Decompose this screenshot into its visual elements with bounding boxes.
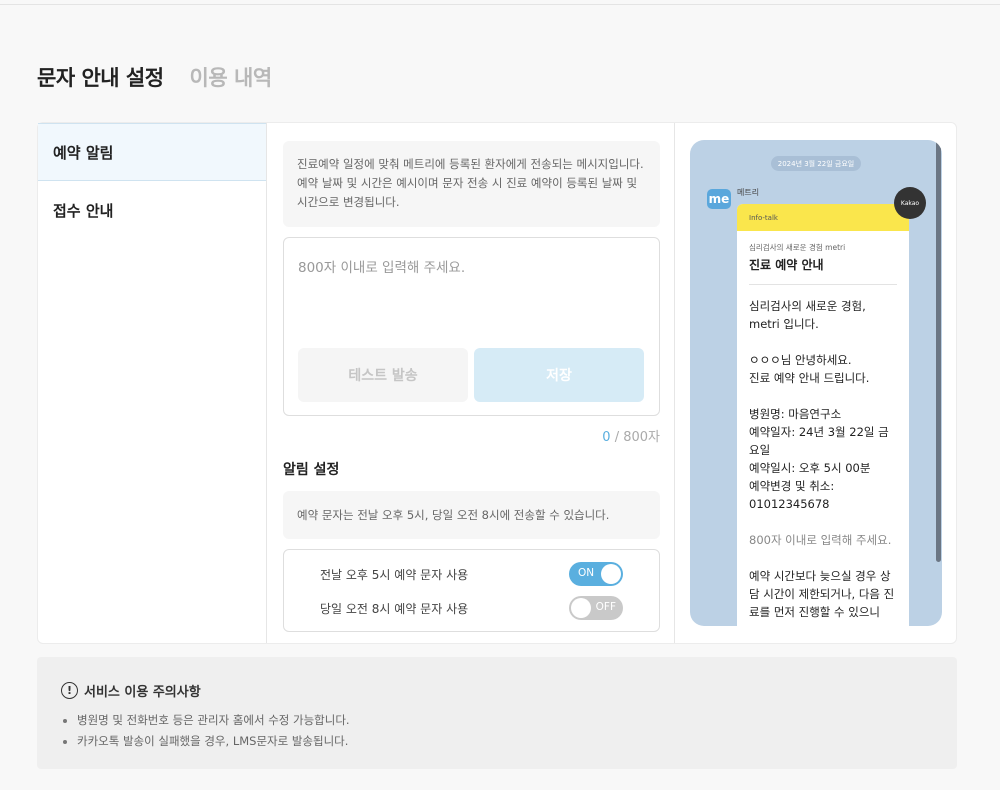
- preview-placeholder: 800자 이내로 입력해 주세요.: [749, 533, 892, 547]
- toggle-label-same-day: 당일 오전 8시 예약 문자 사용: [320, 601, 469, 616]
- preview-subtitle: 심리검사의 새로운 경험 metri: [749, 243, 846, 252]
- message-editor: 테스트 발송 저장: [283, 237, 660, 416]
- settings-card: 예약 알림 접수 안내 진료예약 일정에 맞춰 메트리에 등록된 환자에게 전송…: [37, 122, 957, 644]
- notice-title-text: 서비스 이용 주의사항: [84, 685, 201, 700]
- char-count-current: 0: [602, 430, 611, 445]
- kakao-profile-icon: Kakao: [894, 187, 926, 219]
- char-count-max: / 800자: [610, 430, 660, 445]
- service-notice: ! 서비스 이용 주의사항 병원명 및 전화번호 등은 관리자 홈에서 수정 가…: [37, 657, 957, 769]
- editor-actions: 테스트 발송 저장: [298, 348, 644, 402]
- editor-description: 진료예약 일정에 맞춰 메트리에 등록된 환자에게 전송되는 메시지입니다. 예…: [283, 141, 660, 227]
- test-send-button[interactable]: 테스트 발송: [298, 348, 468, 402]
- toggle-knob: [571, 598, 591, 618]
- nav-item-reception-guide[interactable]: 접수 안내: [38, 181, 266, 239]
- exclamation-circle-icon: !: [61, 682, 78, 699]
- left-nav: 예약 알림 접수 안내: [38, 123, 267, 643]
- toggle-switch-same-day[interactable]: OFF: [569, 596, 623, 620]
- message-preview: 2024년 3월 22일 금요일 me 메트리 Info-talk 심리검사의 …: [690, 140, 942, 626]
- toggle-row-same-day: 당일 오전 8시 예약 문자 사용 OFF: [320, 596, 623, 620]
- save-button[interactable]: 저장: [474, 348, 644, 402]
- list-item: 카카오톡 발송이 실패했을 경우, LMS문자로 발송됩니다.: [61, 731, 933, 752]
- char-counter: 0 / 800자: [283, 426, 660, 445]
- tab-message-settings[interactable]: 문자 안내 설정: [37, 62, 164, 92]
- toggle-knob: [601, 564, 621, 584]
- preview-footer: 예약 시간보다 늦으실 경우 상담 시간이 제한되거나, 다음 진료를 먼저 진…: [749, 569, 895, 619]
- list-item: 병원명 및 전화번호 등은 관리자 홈에서 수정 가능합니다.: [61, 710, 933, 731]
- preview-body: 심리검사의 새로운 경험, metri 입니다. ㅇㅇㅇ님 안녕하세요. 진료 …: [749, 299, 889, 511]
- preview-scrollbar[interactable]: [936, 140, 941, 562]
- preview-bubble-body: 심리검사의 새로운 경험 metri 진료 예약 안내 심리검사의 새로운 경험…: [737, 231, 909, 621]
- metri-logo: me: [707, 189, 731, 209]
- nav-item-reservation-alert[interactable]: 예약 알림: [38, 123, 266, 181]
- preview-divider: [674, 123, 675, 643]
- top-divider: [0, 4, 1000, 5]
- notice-title: ! 서비스 이용 주의사항: [61, 681, 933, 700]
- message-input[interactable]: [298, 256, 643, 336]
- tab-usage-history[interactable]: 이용 내역: [190, 62, 273, 92]
- preview-title: 진료 예약 안내: [749, 256, 897, 285]
- page-tabs: 문자 안내 설정 이용 내역: [37, 62, 272, 92]
- alarm-settings-title: 알림 설정: [283, 462, 340, 478]
- preview-message-text: 심리검사의 새로운 경험, metri 입니다. ㅇㅇㅇ님 안녕하세요. 진료 …: [749, 297, 897, 621]
- preview-bubble: Info-talk 심리검사의 새로운 경험 metri 진료 예약 안내 심리…: [737, 204, 909, 626]
- toggle-row-previous-day: 전날 오후 5시 예약 문자 사용 ON: [320, 562, 623, 586]
- preview-date: 2024년 3월 22일 금요일: [771, 156, 861, 171]
- toggle-state-label: ON: [578, 567, 595, 579]
- alarm-note: 예약 문자는 전날 오후 5시, 당일 오전 8시에 전송할 수 있습니다.: [283, 491, 660, 539]
- toggle-state-label: OFF: [595, 601, 616, 613]
- notice-list: 병원명 및 전화번호 등은 관리자 홈에서 수정 가능합니다. 카카오톡 발송이…: [61, 710, 933, 752]
- preview-bubble-header: Info-talk: [737, 204, 909, 231]
- editor-panel: 진료예약 일정에 맞춰 메트리에 등록된 환자에게 전송되는 메시지입니다. 예…: [283, 141, 660, 632]
- preview-sender: 메트리: [737, 188, 760, 197]
- alarm-toggles: 전날 오후 5시 예약 문자 사용 ON 당일 오전 8시 예약 문자 사용 O…: [283, 549, 660, 632]
- toggle-switch-previous-day[interactable]: ON: [569, 562, 623, 586]
- toggle-label-previous-day: 전날 오후 5시 예약 문자 사용: [320, 567, 469, 582]
